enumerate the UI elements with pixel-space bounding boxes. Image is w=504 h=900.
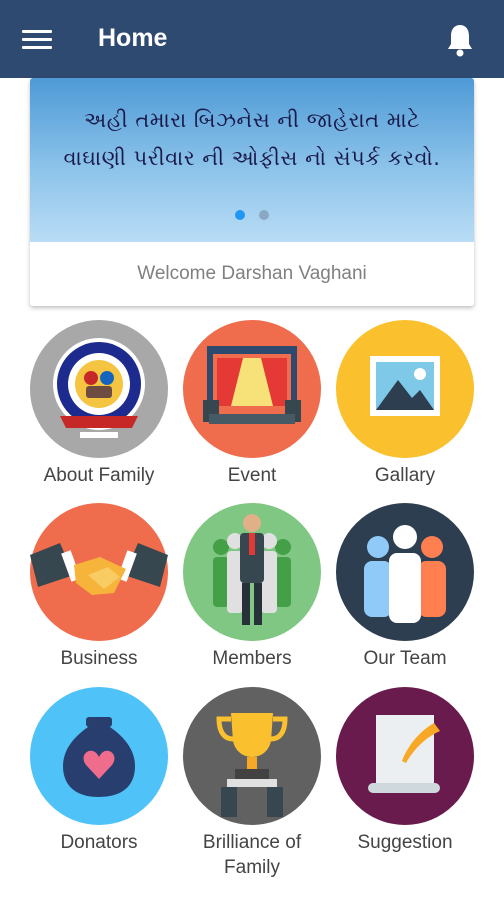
advertisement-banner[interactable]: અહી તમારા બિઝનેસ ની જાહેરાત માટે વાઘાણી … xyxy=(30,78,474,242)
handshake-icon xyxy=(30,503,168,641)
app-bar: Home xyxy=(0,0,504,78)
carousel-indicator xyxy=(30,210,474,220)
banner-text-line-1: અહી તમારા બિઝનેસ ની જાહેરાત માટે xyxy=(84,108,420,132)
welcome-message: Welcome Darshan Vaghani xyxy=(137,263,367,284)
hamburger-menu-icon[interactable] xyxy=(22,28,52,50)
menu-tile-brilliance-of-family[interactable]: Brilliance of Family xyxy=(177,687,327,880)
team-icon xyxy=(336,503,474,641)
bell-icon[interactable] xyxy=(444,22,476,58)
tile-label: Brilliance of Family xyxy=(202,832,302,878)
trophy-icon xyxy=(183,687,321,825)
carousel-dot-2[interactable] xyxy=(259,210,269,220)
banner-text-line-2: વાઘાણી પરીવાર ની ઓફીસ નો સંપર્ક કરવો. xyxy=(63,146,441,170)
menu-tile-our-team[interactable]: Our Team xyxy=(330,503,480,671)
menu-tile-members[interactable]: Members xyxy=(177,503,327,671)
family-logo-icon xyxy=(30,320,168,458)
tile-label: Suggestion xyxy=(357,832,453,853)
menu-tile-suggestion[interactable]: Suggestion xyxy=(330,687,480,855)
tile-label: About Family xyxy=(43,465,155,486)
tile-label: Gallary xyxy=(374,465,436,486)
quill-scroll-icon xyxy=(336,687,474,825)
banner-card: અહી તમારા બિઝનેસ ની જાહેરાત માટે વાઘાણી … xyxy=(30,78,474,306)
menu-tile-event[interactable]: Event xyxy=(177,320,327,488)
tile-label: Event xyxy=(227,465,277,486)
menu-tile-donators[interactable]: Donators xyxy=(24,687,174,855)
tile-label: Members xyxy=(212,648,292,669)
stage-event-icon xyxy=(183,320,321,458)
picture-icon xyxy=(336,320,474,458)
menu-tile-about-family[interactable]: About Family xyxy=(24,320,174,488)
tile-label: Our Team xyxy=(363,648,447,669)
tile-label: Donators xyxy=(60,832,138,853)
menu-tile-business[interactable]: Business xyxy=(24,503,174,671)
donation-bag-icon xyxy=(30,687,168,825)
tile-label: Business xyxy=(60,648,138,669)
menu-tile-gallary[interactable]: Gallary xyxy=(330,320,480,488)
page-title: Home xyxy=(98,24,168,52)
members-icon xyxy=(183,503,321,641)
carousel-dot-1[interactable] xyxy=(235,210,245,220)
